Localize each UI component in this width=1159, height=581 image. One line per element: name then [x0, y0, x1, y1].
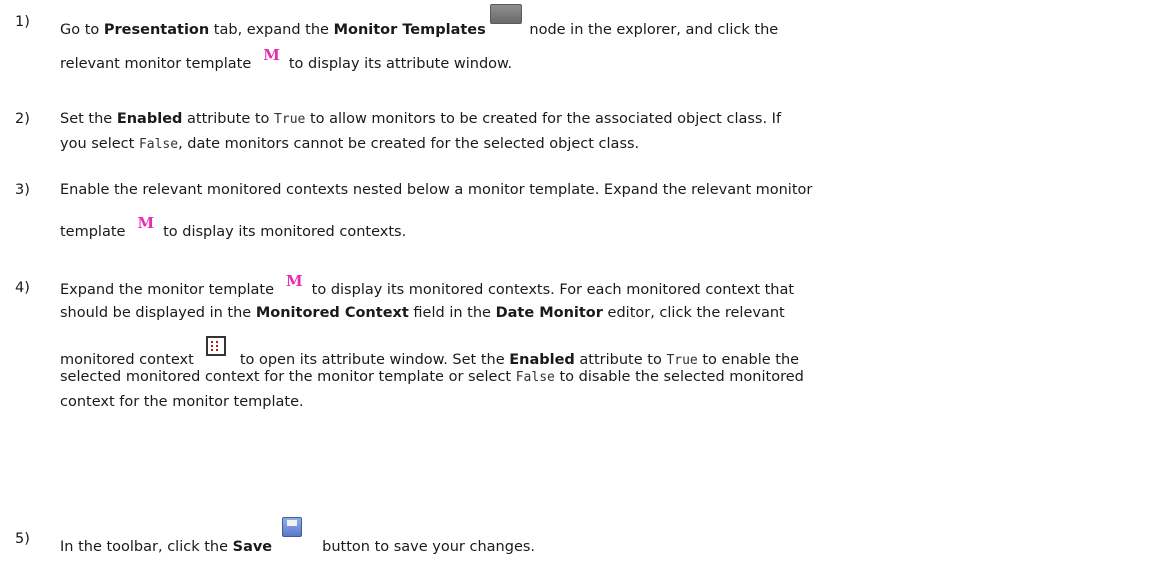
step-text-line: Set the Enabled attribute to True to all… [60, 111, 782, 127]
step-text-line: In the toolbar, click the Save button to … [60, 517, 535, 555]
step-number: 3) [15, 182, 30, 198]
step-text-line: relevant monitor template Mto display its… [60, 46, 513, 72]
step-number: 2) [15, 111, 30, 127]
monitor-template-icon: M [286, 272, 303, 290]
save-icon [282, 517, 303, 537]
step-number: 5) [15, 531, 30, 547]
step-text-line: should be displayed in the Monitored Con… [60, 305, 785, 321]
step-text-line: Expand the monitor template Mto display i… [60, 272, 795, 298]
monitored-context-icon [205, 336, 226, 356]
step-text-line: Go to Presentation tab, expand the Monit… [60, 4, 778, 38]
step-number: 1) [15, 14, 30, 30]
step-text-line: template Mto display its monitored contex… [60, 214, 407, 240]
step-text-line: selected monitored context for the monit… [60, 369, 804, 385]
monitor-template-icon: M [137, 214, 154, 232]
step-number: 4) [15, 280, 30, 296]
step-text-line: Enable the relevant monitored contexts n… [60, 182, 813, 198]
step-text-line: you select False, date monitors cannot b… [60, 136, 640, 152]
step-text-line: monitored context to open its attribute w… [60, 336, 799, 368]
step-text-line: context for the monitor template. [60, 394, 304, 410]
folder-icon [489, 4, 522, 24]
monitor-template-icon: M [263, 46, 280, 64]
